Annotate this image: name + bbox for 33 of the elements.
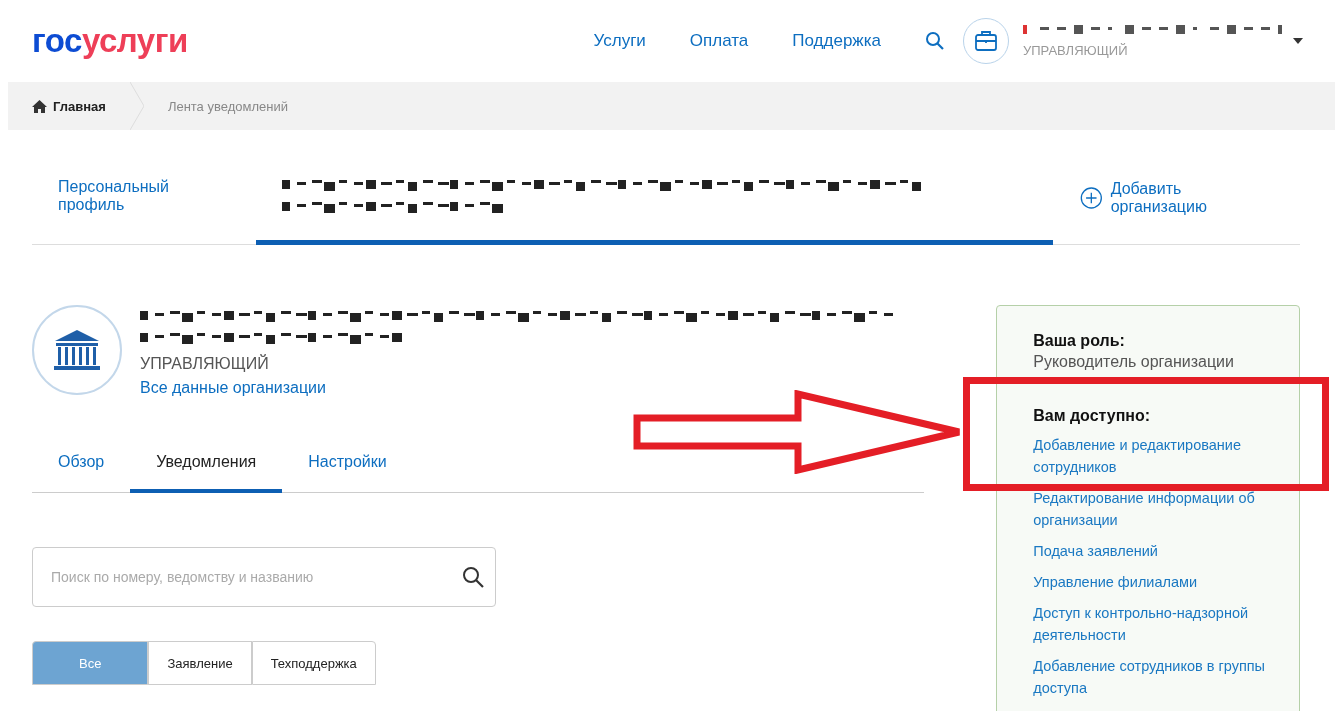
role-text: Руководитель организации [1033,353,1235,371]
filter-button[interactable]: Заявление [148,641,252,685]
nav-link[interactable]: Оплата [689,31,749,51]
filter-button[interactable]: Техподдержка [251,641,376,685]
home-icon [32,99,47,113]
add-organization-link[interactable]: Добавить организацию [1080,164,1300,244]
search-field[interactable]: Поиск по номеру, ведомству и названию [32,547,496,607]
search-icon[interactable] [462,566,484,588]
permission-link[interactable]: Добавление и редактирование сотрудников [1033,434,1285,478]
account-role: УПРАВЛЯЮЩИЙ [1023,42,1129,58]
organization-role: УПРАВЛЯЮЩИЙ [140,355,270,373]
plus-circle-icon [1080,185,1103,211]
breadcrumb-separator [129,82,144,130]
logo[interactable]: госуслуги [32,22,188,60]
building-icon [54,330,100,370]
permission-link[interactable]: Редактирование информации об организации [1033,487,1285,531]
access-title: Вам доступно: [1033,407,1152,425]
breadcrumb-link[interactable]: Главная [32,98,106,114]
tab[interactable]: Обзор [32,441,131,493]
permission-link[interactable]: Доступ к контрольно-надзорной деятельности [1033,602,1285,646]
nav-link[interactable]: Услуги [593,31,646,51]
permission-link[interactable]: Подача заявлений [1033,540,1285,562]
tab[interactable]: Уведомления [130,441,283,493]
briefcase-icon [974,30,998,52]
permission-link[interactable]: Управление филиалами [1033,571,1285,593]
profile-tab[interactable]: Персональный профиль [32,164,256,245]
role-title: Ваша роль: [1033,332,1126,350]
all-data-link[interactable]: Все данные организации [140,379,905,397]
tab[interactable]: Настройки [282,441,413,493]
nav-link[interactable]: Поддержка [792,31,881,51]
caret-icon[interactable] [1293,38,1303,44]
permission-link[interactable]: Добавление сотрудников в группы доступа [1033,655,1285,699]
breadcrumb-link[interactable]: Лента уведомлений [167,98,288,114]
